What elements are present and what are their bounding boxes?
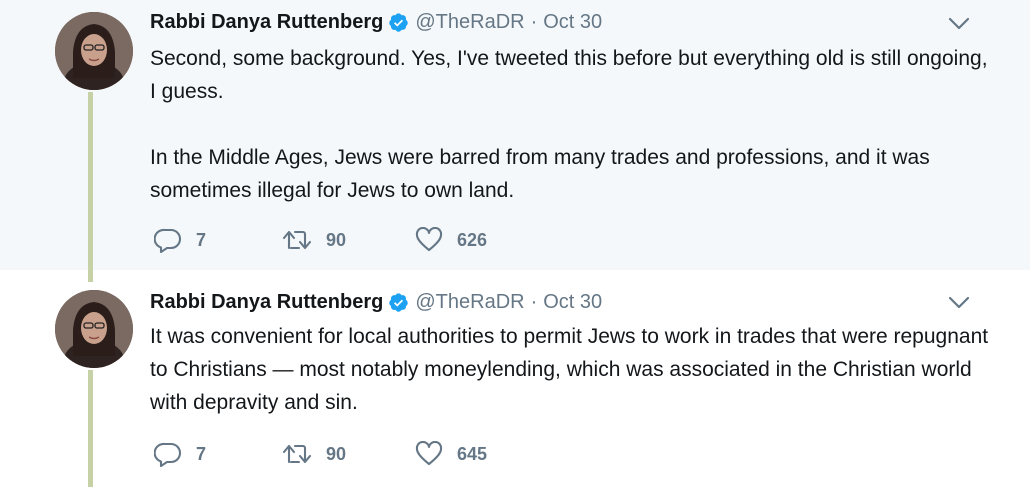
reply-button[interactable]: 7	[154, 441, 282, 467]
thread-connector-line	[88, 92, 93, 270]
retweet-button[interactable]: 90	[282, 442, 415, 466]
heart-icon	[415, 441, 443, 466]
separator-dot: ·	[530, 10, 538, 33]
like-count: 626	[457, 229, 488, 250]
like-count: 645	[457, 443, 488, 464]
like-button[interactable]: 626	[415, 227, 535, 253]
reply-icon	[154, 442, 182, 467]
tweet-paragraph: It was convenient for local authorities …	[150, 325, 989, 414]
tweet-date[interactable]: Oct 30	[543, 291, 602, 314]
retweet-icon	[282, 230, 312, 250]
avatar-image	[55, 290, 133, 368]
tweet-paragraph: Second, some background. Yes, I've tweet…	[150, 47, 988, 103]
tweet[interactable]: Rabbi Danya Ruttenberg @TheRaDR · Oct 30…	[0, 0, 1030, 270]
chevron-down-icon[interactable]	[948, 296, 970, 310]
reply-icon	[154, 228, 182, 253]
verified-badge-icon	[388, 292, 409, 313]
heart-icon	[415, 227, 443, 252]
author-name[interactable]: Rabbi Danya Ruttenberg	[150, 11, 383, 34]
avatar[interactable]	[55, 290, 133, 368]
reply-count: 7	[196, 229, 207, 250]
tweet-text: It was convenient for local authorities …	[150, 320, 990, 419]
tweet-header: Rabbi Danya Ruttenberg @TheRaDR · Oct 30	[150, 7, 602, 37]
author-handle[interactable]: @TheRaDR	[415, 11, 524, 34]
thread-connector-line	[88, 370, 93, 487]
reply-count: 7	[196, 443, 207, 464]
reply-button[interactable]: 7	[154, 227, 282, 253]
avatar-image	[55, 12, 133, 90]
avatar[interactable]	[55, 12, 133, 90]
tweet-text: Second, some background. Yes, I've tweet…	[150, 42, 990, 207]
tweet[interactable]: Rabbi Danya Ruttenberg @TheRaDR · Oct 30…	[0, 270, 1030, 487]
separator-dot: ·	[530, 290, 538, 313]
tweet-actions: 7 90 626	[154, 226, 535, 254]
author-name[interactable]: Rabbi Danya Ruttenberg	[150, 291, 383, 314]
thread-connector-line	[88, 270, 93, 282]
like-button[interactable]: 645	[415, 441, 535, 467]
tweet-actions: 7 90 645	[154, 440, 535, 468]
tweet-date[interactable]: Oct 30	[543, 11, 602, 34]
retweet-button[interactable]: 90	[282, 228, 415, 252]
retweet-icon	[282, 444, 312, 464]
author-handle[interactable]: @TheRaDR	[415, 291, 524, 314]
chevron-down-icon[interactable]	[948, 17, 970, 31]
retweet-count: 90	[326, 443, 347, 464]
retweet-count: 90	[326, 229, 347, 250]
tweet-header: Rabbi Danya Ruttenberg @TheRaDR · Oct 30	[150, 287, 602, 317]
tweet-paragraph: In the Middle Ages, Jews were barred fro…	[150, 146, 930, 202]
verified-badge-icon	[388, 12, 409, 33]
